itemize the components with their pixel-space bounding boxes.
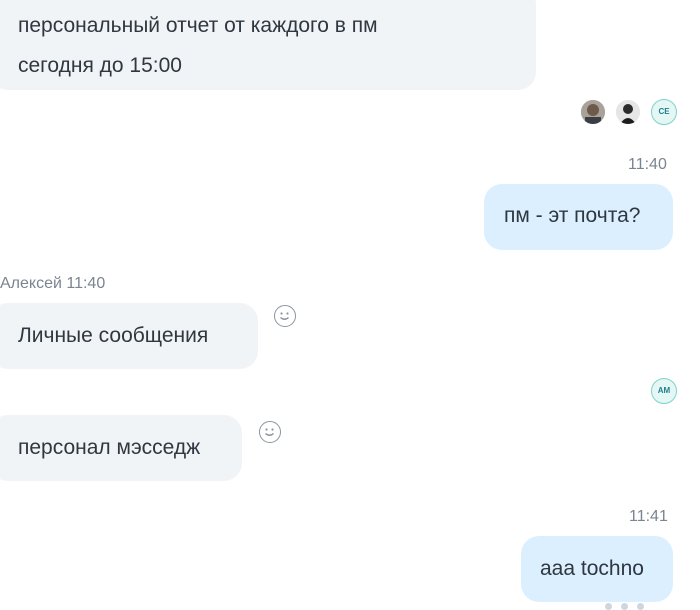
user-avatar-dark-icon xyxy=(616,100,640,124)
message-text: пм - эт почта? xyxy=(504,204,641,227)
reader-avatar xyxy=(616,100,640,124)
message-text-line: сегодня до 15:00 xyxy=(18,54,182,77)
message-text-line: персональный отчет от каждого в пм xyxy=(18,14,378,37)
incoming-message-bubble[interactable]: персональный отчет от каждого в пм сегод… xyxy=(0,0,536,90)
outgoing-message-bubble[interactable]: aaa tochno xyxy=(521,536,673,602)
read-status-indicator xyxy=(605,603,644,610)
message-text: aaa tochno xyxy=(540,557,644,580)
message-text: персонал мэсседж xyxy=(18,436,201,459)
message-timestamp: 11:40 xyxy=(628,156,667,173)
incoming-message-bubble[interactable]: персонал мэсседж xyxy=(0,415,242,481)
reader-avatar xyxy=(581,100,605,124)
reader-initials-badge: CE xyxy=(651,99,677,125)
reader-initials-badge: AM xyxy=(651,378,677,404)
message-text: Личные сообщения xyxy=(18,324,209,347)
user-avatar-photo-icon xyxy=(581,100,605,124)
smiley-reaction-icon[interactable] xyxy=(259,421,281,443)
smiley-reaction-icon[interactable] xyxy=(274,305,296,327)
sender-name-time: Алексей 11:40 xyxy=(0,275,106,292)
message-timestamp: 11:41 xyxy=(629,508,668,525)
outgoing-message-bubble[interactable]: пм - эт почта? xyxy=(484,184,673,250)
incoming-message-bubble[interactable]: Личные сообщения xyxy=(0,303,258,369)
